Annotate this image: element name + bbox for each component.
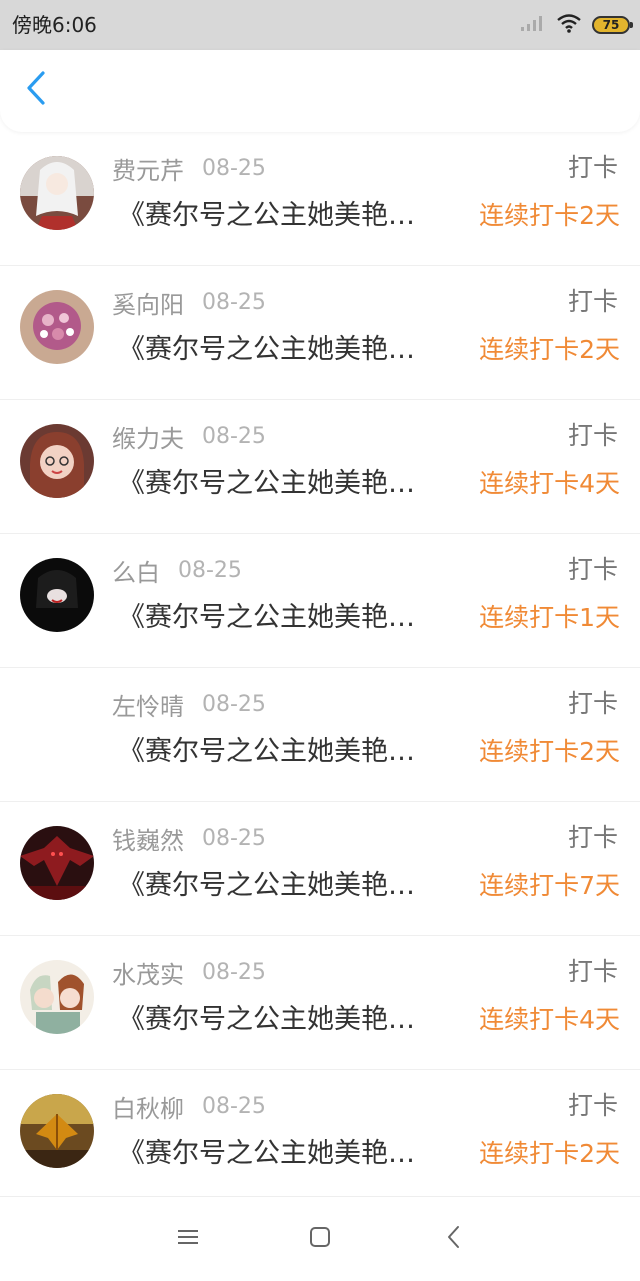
checkin-action-label: 打卡 <box>567 1091 618 1120</box>
checkin-date: 08-25 <box>202 423 266 449</box>
battery-icon: 75 <box>592 16 633 34</box>
streak-label: 连续打卡2天 <box>479 737 620 766</box>
checkin-date: 08-25 <box>178 557 242 583</box>
back-button[interactable] <box>16 70 56 110</box>
user-name: 么白 <box>112 558 160 587</box>
avatar[interactable] <box>20 692 94 766</box>
user-name: 奚向阳 <box>112 290 184 319</box>
streak-label: 连续打卡4天 <box>479 1005 620 1034</box>
avatar[interactable] <box>20 424 94 498</box>
user-name: 缑力夫 <box>112 424 184 453</box>
book-title[interactable]: 《赛尔号之公主她美艳… <box>118 1002 456 1038</box>
status-bar: 傍晚6:06 75 <box>0 0 640 50</box>
system-back-button[interactable] <box>432 1217 476 1261</box>
checkin-action-label: 打卡 <box>567 421 618 450</box>
checkin-action-label: 打卡 <box>567 153 618 182</box>
checkin-date: 08-25 <box>202 155 266 181</box>
user-name: 白秋柳 <box>112 1094 184 1123</box>
streak-label: 连续打卡2天 <box>479 201 620 230</box>
name-line: 缑力夫 08-25 <box>112 420 266 453</box>
streak-label: 连续打卡2天 <box>479 1139 620 1168</box>
user-name: 费元芹 <box>112 156 184 185</box>
checkin-date: 08-25 <box>202 289 266 315</box>
book-title[interactable]: 《赛尔号之公主她美艳… <box>118 600 456 636</box>
menu-icon <box>176 1227 200 1251</box>
streak-label: 连续打卡7天 <box>479 871 620 900</box>
list-item[interactable]: 缑力夫 08-25 打卡 《赛尔号之公主她美艳… 连续打卡4天 <box>0 400 640 534</box>
book-title[interactable]: 《赛尔号之公主她美艳… <box>118 198 456 234</box>
checkin-date: 08-25 <box>202 959 266 985</box>
checkin-list: 费元芹 08-25 打卡 《赛尔号之公主她美艳… 连续打卡2天 奚向阳 08-2… <box>0 132 640 1204</box>
signal-icon <box>520 13 546 37</box>
name-line: 钱巍然 08-25 <box>112 822 266 855</box>
name-line: 白秋柳 08-25 <box>112 1090 266 1123</box>
book-title[interactable]: 《赛尔号之公主她美艳… <box>118 868 456 904</box>
book-title[interactable]: 《赛尔号之公主她美艳… <box>118 1136 456 1172</box>
status-time: 傍晚6:06 <box>12 13 97 37</box>
streak-label: 连续打卡4天 <box>479 469 620 498</box>
checkin-action-label: 打卡 <box>567 689 618 718</box>
book-title[interactable]: 《赛尔号之公主她美艳… <box>118 466 456 502</box>
avatar[interactable] <box>20 156 94 230</box>
book-title[interactable]: 《赛尔号之公主她美艳… <box>118 332 456 368</box>
wifi-icon <box>556 13 582 37</box>
list-item[interactable]: 奚向阳 08-25 打卡 《赛尔号之公主她美艳… 连续打卡2天 <box>0 266 640 400</box>
book-title[interactable]: 《赛尔号之公主她美艳… <box>118 734 456 770</box>
user-name: 水茂实 <box>112 960 184 989</box>
name-line: 左怜晴 08-25 <box>112 688 266 721</box>
streak-label: 连续打卡1天 <box>479 603 620 632</box>
list-item[interactable]: 左怜晴 08-25 打卡 《赛尔号之公主她美艳… 连续打卡2天 <box>0 668 640 802</box>
menu-button[interactable] <box>166 1217 210 1261</box>
checkin-action-label: 打卡 <box>567 957 618 986</box>
name-line: 奚向阳 08-25 <box>112 286 266 319</box>
checkin-action-label: 打卡 <box>567 555 618 584</box>
user-name: 左怜晴 <box>112 692 184 721</box>
list-item[interactable]: 钱巍然 08-25 打卡 《赛尔号之公主她美艳… 连续打卡7天 <box>0 802 640 936</box>
avatar[interactable] <box>20 826 94 900</box>
list-item[interactable]: 么白 08-25 打卡 《赛尔号之公主她美艳… 连续打卡1天 <box>0 534 640 668</box>
system-nav-bar <box>0 1196 640 1281</box>
top-nav-bar <box>0 50 640 132</box>
list-item[interactable]: 白秋柳 08-25 打卡 《赛尔号之公主她美艳… 连续打卡2天 <box>0 1070 640 1204</box>
home-square-icon <box>308 1225 332 1253</box>
name-line: 费元芹 08-25 <box>112 152 266 185</box>
avatar[interactable] <box>20 960 94 1034</box>
streak-label: 连续打卡2天 <box>479 335 620 364</box>
checkin-date: 08-25 <box>202 1093 266 1119</box>
checkin-date: 08-25 <box>202 825 266 851</box>
home-button[interactable] <box>298 1217 342 1261</box>
name-line: 么白 08-25 <box>112 554 242 587</box>
chevron-left-icon <box>24 70 48 110</box>
name-line: 水茂实 08-25 <box>112 956 266 989</box>
checkin-date: 08-25 <box>202 691 266 717</box>
list-item[interactable]: 费元芹 08-25 打卡 《赛尔号之公主她美艳… 连续打卡2天 <box>0 132 640 266</box>
checkin-action-label: 打卡 <box>567 823 618 852</box>
user-name: 钱巍然 <box>112 826 184 855</box>
avatar[interactable] <box>20 558 94 632</box>
status-icons: 75 <box>520 12 633 38</box>
list-item[interactable]: 水茂实 08-25 打卡 《赛尔号之公主她美艳… 连续打卡4天 <box>0 936 640 1070</box>
back-triangle-icon <box>444 1225 464 1253</box>
avatar[interactable] <box>20 1094 94 1168</box>
avatar[interactable] <box>20 290 94 364</box>
checkin-action-label: 打卡 <box>567 287 618 316</box>
